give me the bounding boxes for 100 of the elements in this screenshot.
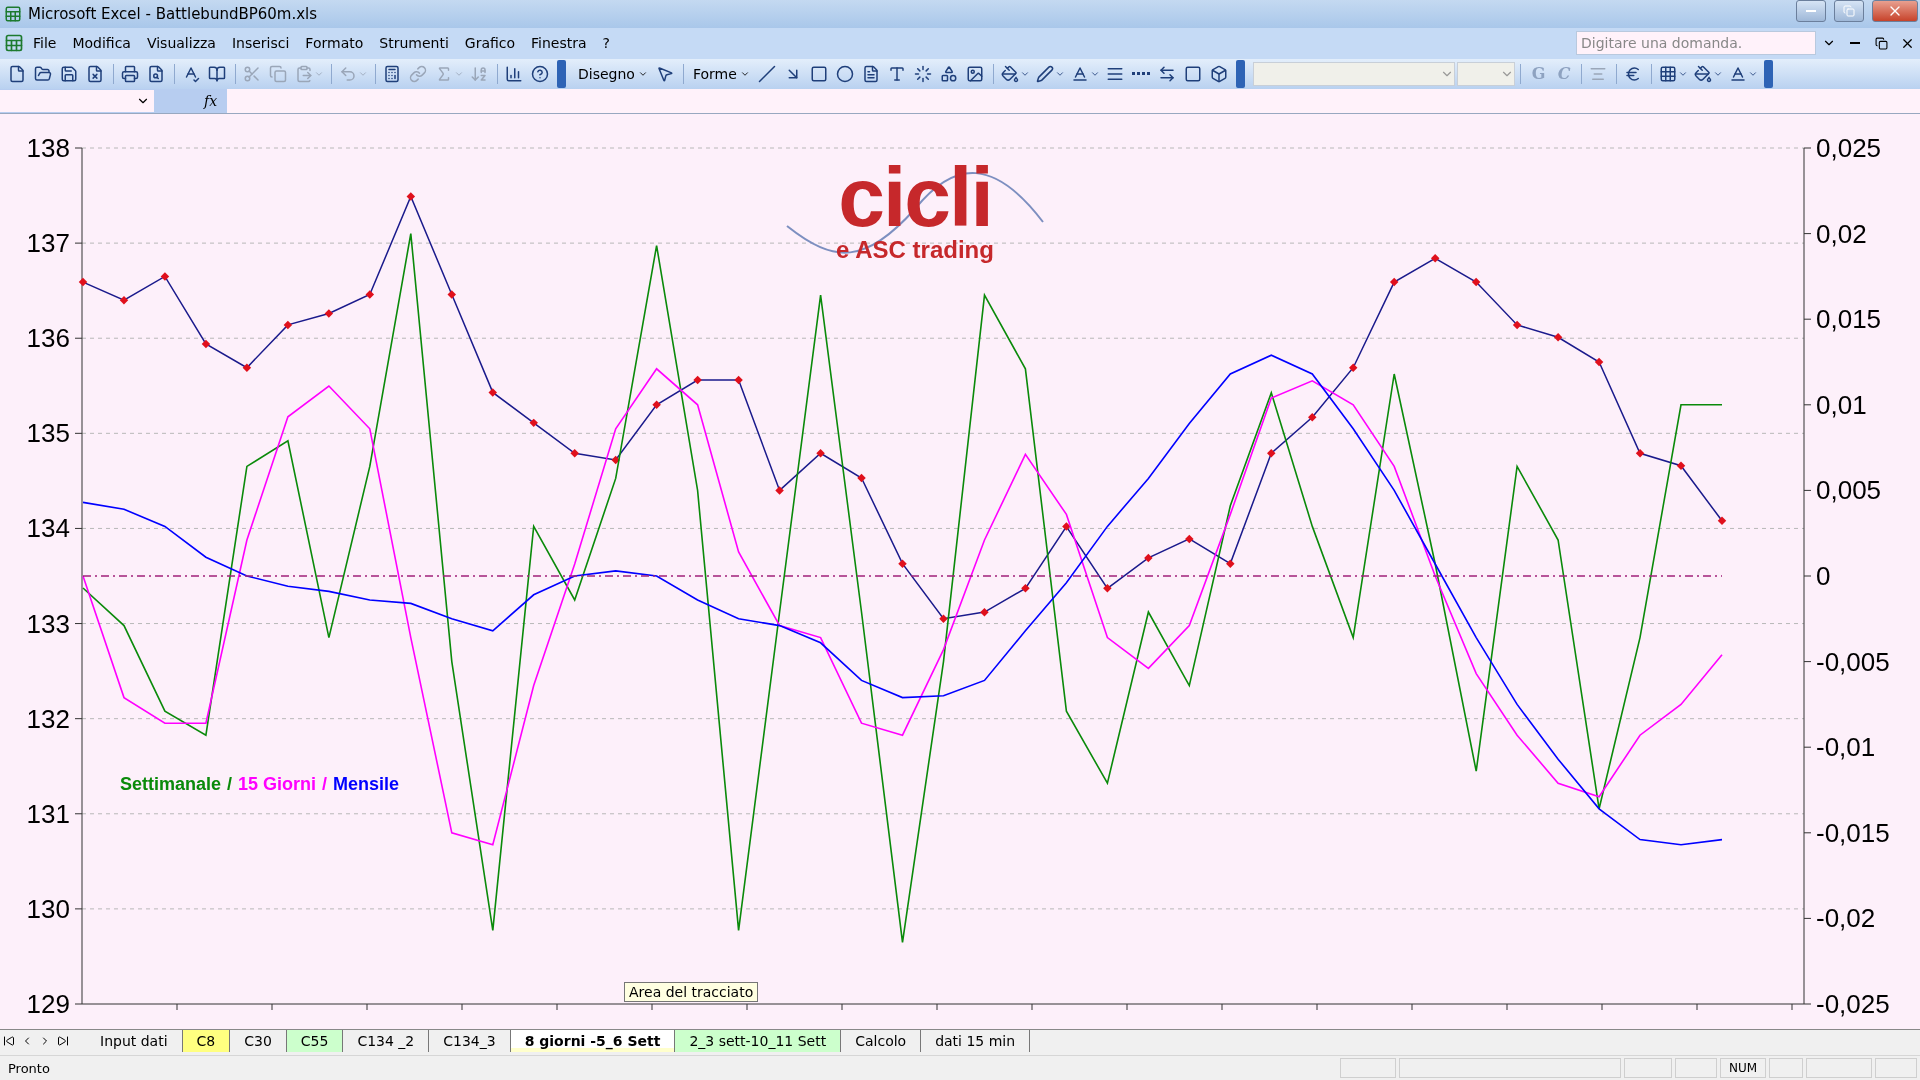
axis-label: 0,01 <box>1816 389 1867 420</box>
axis-label: 131 <box>26 798 70 829</box>
toolbar-handle[interactable] <box>1235 59 1245 88</box>
axis-label: 135 <box>26 418 70 449</box>
text-page-icon <box>861 64 880 83</box>
menu-item[interactable]: Grafico <box>457 33 523 54</box>
pen-icon <box>1035 64 1054 83</box>
undo-icon <box>339 64 357 83</box>
axis-label: -0,015 <box>1816 817 1890 848</box>
function-label[interactable]: fx <box>204 92 218 109</box>
minimize-icon <box>1850 42 1860 45</box>
data-marker <box>1430 253 1440 263</box>
toolbar-handle[interactable] <box>1763 59 1773 88</box>
axis-label: -0,005 <box>1816 646 1890 677</box>
data-marker <box>1471 277 1481 287</box>
menu-item[interactable]: Visualizza <box>139 33 223 54</box>
data-marker <box>1144 553 1153 562</box>
menu-item[interactable]: Finestra <box>524 33 594 54</box>
status-indicator: NUM <box>1720 1058 1766 1079</box>
axis-label: 134 <box>26 513 70 544</box>
data-marker <box>283 320 293 329</box>
data-marker <box>160 271 170 281</box>
bar-chart-icon <box>505 64 523 83</box>
copy-icon <box>269 64 287 83</box>
sheet-tab[interactable]: 8 giorni -5_6 Sett <box>510 1029 676 1052</box>
sort-icon <box>470 64 488 83</box>
sheet-tab[interactable]: C8 <box>182 1029 231 1052</box>
axis-label: 0,005 <box>1816 475 1882 506</box>
grid-icon <box>1658 64 1677 83</box>
axis-label: 137 <box>26 227 70 258</box>
last-icon <box>57 1034 69 1047</box>
cube-icon <box>1209 64 1228 83</box>
spreadsheet-icon[interactable] <box>4 33 24 54</box>
menu-item[interactable]: ? <box>595 33 617 54</box>
dropdown-field[interactable] <box>1456 61 1515 86</box>
axis-label: -0,01 <box>1816 731 1876 762</box>
data-marker <box>119 295 129 305</box>
euro-icon <box>1623 64 1642 83</box>
sheet-tab[interactable]: C55 <box>286 1029 344 1052</box>
data-marker <box>324 308 334 318</box>
data-marker <box>652 400 661 409</box>
paint-bucket-icon <box>1693 64 1712 83</box>
formula-field[interactable] <box>227 88 1920 113</box>
book-icon <box>208 64 226 83</box>
data-marker <box>939 614 948 623</box>
data-marker <box>1676 461 1686 470</box>
help-icon <box>531 64 549 83</box>
data-marker <box>1389 277 1399 287</box>
data-marker <box>775 485 784 495</box>
print-icon <box>121 64 139 83</box>
legend-separator: / <box>322 773 328 795</box>
font-color-icon <box>1070 64 1089 83</box>
link-icon <box>409 64 427 83</box>
letter-icon <box>887 64 906 83</box>
dropdown-field[interactable] <box>1252 61 1455 86</box>
axis-label: -0,02 <box>1816 903 1876 934</box>
axis-label: 132 <box>26 703 70 734</box>
data-marker <box>1349 363 1358 372</box>
data-marker <box>242 363 252 372</box>
data-marker <box>365 289 375 299</box>
data-marker <box>1717 516 1727 525</box>
axis-label: 136 <box>26 322 70 353</box>
data-marker <box>1021 583 1030 593</box>
axis-label: -0,025 <box>1816 988 1890 1019</box>
save-icon <box>60 64 78 83</box>
spinner-icon <box>913 64 932 83</box>
data-marker <box>1635 448 1645 458</box>
toolbar-handle[interactable] <box>557 59 566 88</box>
legend-label: Settimanale <box>120 773 222 795</box>
square-icon <box>1183 64 1202 83</box>
data-marker <box>857 473 866 482</box>
toolbar-menu-button[interactable]: Disegno <box>574 61 652 86</box>
page-cross-icon <box>86 64 104 83</box>
line-icon <box>757 64 776 83</box>
data-marker <box>529 418 538 427</box>
data-marker <box>1103 583 1112 593</box>
data-marker <box>1512 320 1522 329</box>
font-color-icon <box>1728 64 1747 83</box>
menu-item[interactable]: Modifica <box>65 33 138 54</box>
image-icon <box>965 64 984 83</box>
legend-separator: / <box>227 773 233 795</box>
calculator-icon <box>383 64 401 83</box>
data-marker <box>611 455 620 464</box>
menu-item[interactable]: File <box>26 33 64 54</box>
ellipse-icon <box>835 64 854 83</box>
legend-label: Mensile <box>333 773 400 795</box>
axis-label: 0 <box>1816 560 1831 591</box>
data-marker <box>898 559 907 568</box>
menu-item[interactable]: Strumenti <box>372 33 456 54</box>
data-marker <box>447 289 456 299</box>
data-marker <box>1267 448 1276 458</box>
sheet-tab[interactable]: 2_3 sett-10_11 Sett <box>675 1029 842 1052</box>
menu-item[interactable]: Formato <box>298 33 371 54</box>
menu-item[interactable]: Inserisci <box>224 33 297 54</box>
first-icon <box>3 1034 15 1047</box>
blank-page-icon <box>8 64 26 83</box>
toolbar-menu-button[interactable]: Forme <box>688 61 754 86</box>
data-marker <box>1594 357 1604 366</box>
question-field[interactable]: Digitare una domanda. <box>1576 31 1816 56</box>
axis-label: 130 <box>26 893 70 924</box>
